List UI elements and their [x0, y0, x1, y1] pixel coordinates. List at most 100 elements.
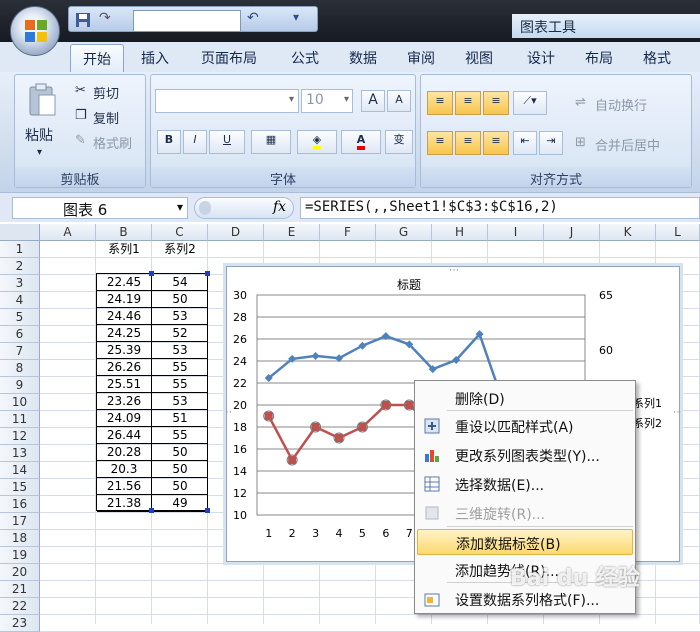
column-header-h[interactable]: H	[432, 224, 488, 241]
column-header-a[interactable]: A	[40, 224, 96, 241]
cell-series2[interactable]: 53	[153, 393, 207, 410]
cut-button[interactable]: 剪切	[93, 83, 119, 102]
cell-series1[interactable]: 20.28	[97, 444, 152, 461]
merge-icon[interactable]: ⊞	[575, 135, 586, 150]
increase-indent-button[interactable]: ⇥	[539, 131, 563, 155]
wrap-text-icon[interactable]: ⇌	[575, 95, 586, 110]
range-handle[interactable]	[149, 271, 154, 276]
column-header-j[interactable]: J	[544, 224, 600, 241]
row-header-6[interactable]: 6	[0, 326, 40, 343]
menu-item-2[interactable]: 重设以匹配样式(A)	[417, 413, 633, 439]
column-header-i[interactable]: I	[488, 224, 544, 241]
grow-font-button[interactable]: A	[361, 90, 385, 112]
column-header-b[interactable]: B	[96, 224, 152, 241]
cell-series2[interactable]: 54	[153, 274, 207, 291]
wrap-text-button[interactable]: 自动换行	[595, 95, 647, 114]
select-all-corner[interactable]	[0, 224, 40, 241]
tab-insert[interactable]: 插入	[128, 44, 182, 72]
column-header-l[interactable]: L	[656, 224, 700, 241]
align-center-button[interactable]: ≡	[455, 131, 481, 155]
cell-series2[interactable]: 51	[153, 410, 207, 427]
tab-layout[interactable]: 布局	[572, 44, 626, 72]
range-handle[interactable]	[205, 271, 210, 276]
cell-series2[interactable]: 53	[153, 342, 207, 359]
save-icon[interactable]	[75, 12, 91, 28]
cell-series1[interactable]: 20.3	[97, 461, 152, 478]
series-2-point[interactable]	[405, 401, 414, 409]
menu-item-4[interactable]: 选择数据(E)...	[417, 471, 633, 497]
row-header-17[interactable]: 17	[0, 513, 40, 530]
range-handle[interactable]	[205, 508, 210, 513]
cell-series1[interactable]: 24.46	[97, 308, 152, 325]
cell-series1[interactable]: 21.38	[97, 495, 152, 512]
italic-button[interactable]: I	[183, 130, 207, 154]
series-2-point[interactable]	[311, 423, 320, 431]
row-header-1[interactable]: 1	[0, 241, 40, 258]
row-header-12[interactable]: 12	[0, 428, 40, 445]
border-button[interactable]: ▦	[251, 130, 291, 154]
cell-series1[interactable]: 22.45	[97, 274, 152, 291]
font-size-field[interactable]: 10 ▾	[301, 89, 353, 113]
cell-series2[interactable]: 49	[153, 495, 207, 512]
cell-b1[interactable]: 系列1	[96, 241, 152, 258]
series-2-point[interactable]	[335, 434, 343, 442]
align-left-button[interactable]: ≡	[427, 131, 453, 155]
tab-page-layout[interactable]: 页面布局	[190, 44, 268, 72]
fill-color-button[interactable]: ◈	[297, 130, 337, 154]
office-button[interactable]	[10, 6, 60, 56]
merge-center-button[interactable]: 合并后居中	[595, 135, 660, 154]
row-header-7[interactable]: 7	[0, 343, 40, 360]
paste-dropdown-icon[interactable]: ▾	[37, 147, 42, 158]
cell-series2[interactable]: 50	[153, 478, 207, 495]
redo-icon[interactable]: ↷	[99, 10, 111, 26]
legend-label-2[interactable]: 系列2	[633, 416, 662, 430]
row-header-11[interactable]: 11	[0, 411, 40, 428]
phonetic-button[interactable]: 变	[385, 130, 413, 154]
row-header-14[interactable]: 14	[0, 462, 40, 479]
decrease-indent-button[interactable]: ⇤	[513, 131, 537, 155]
format-painter-icon[interactable]: ✎	[75, 133, 86, 148]
cell-series1[interactable]: 25.51	[97, 376, 152, 393]
tab-format[interactable]: 格式	[630, 44, 684, 72]
cell-series2[interactable]: 55	[153, 427, 207, 444]
row-header-10[interactable]: 10	[0, 394, 40, 411]
font-name-field[interactable]: ▾	[155, 89, 299, 113]
cell-series1[interactable]: 24.25	[97, 325, 152, 342]
column-header-f[interactable]: F	[320, 224, 376, 241]
resize-handle[interactable]: ⋯	[673, 407, 683, 418]
row-header-9[interactable]: 9	[0, 377, 40, 394]
align-top-button[interactable]: ≡	[427, 91, 453, 115]
cell-series2[interactable]: 53	[153, 308, 207, 325]
menu-item-1[interactable]: 删除(D)	[417, 385, 633, 411]
align-bottom-button[interactable]: ≡	[483, 91, 509, 115]
paste-button[interactable]: 粘贴	[25, 125, 53, 145]
cell-series2[interactable]: 50	[153, 291, 207, 308]
series-2-point[interactable]	[288, 456, 297, 464]
customize-qat-icon[interactable]: ▾	[293, 10, 299, 24]
chart-title[interactable]: 标题	[397, 278, 421, 292]
orientation-button[interactable]: ⟋▾	[513, 91, 547, 115]
cell-series2[interactable]: 50	[153, 461, 207, 478]
tab-view[interactable]: 视图	[452, 44, 506, 72]
shrink-font-button[interactable]: A	[387, 90, 411, 112]
row-header-13[interactable]: 13	[0, 445, 40, 462]
cell-series1[interactable]: 23.26	[97, 393, 152, 410]
cell-series1[interactable]: 24.19	[97, 291, 152, 308]
qat-field[interactable]	[133, 10, 241, 32]
row-header-8[interactable]: 8	[0, 360, 40, 377]
cell-series1[interactable]: 24.09	[97, 410, 152, 427]
series-2-point[interactable]	[381, 401, 390, 409]
row-header-18[interactable]: 18	[0, 530, 40, 547]
column-header-g[interactable]: G	[376, 224, 432, 241]
cell-series2[interactable]: 50	[153, 444, 207, 461]
column-header-e[interactable]: E	[264, 224, 320, 241]
formula-input[interactable]: =SERIES(,,Sheet1!$C$3:$C$16,2)	[300, 197, 700, 219]
row-header-3[interactable]: 3	[0, 275, 40, 292]
cell-series2[interactable]: 55	[153, 376, 207, 393]
menu-item-3[interactable]: 更改系列图表类型(Y)...	[417, 442, 633, 468]
tab-formulas[interactable]: 公式	[278, 44, 332, 72]
range-handle[interactable]	[149, 508, 154, 513]
format-painter-button[interactable]: 格式刷	[93, 133, 132, 152]
row-header-15[interactable]: 15	[0, 479, 40, 496]
bold-button[interactable]: B	[157, 130, 181, 154]
